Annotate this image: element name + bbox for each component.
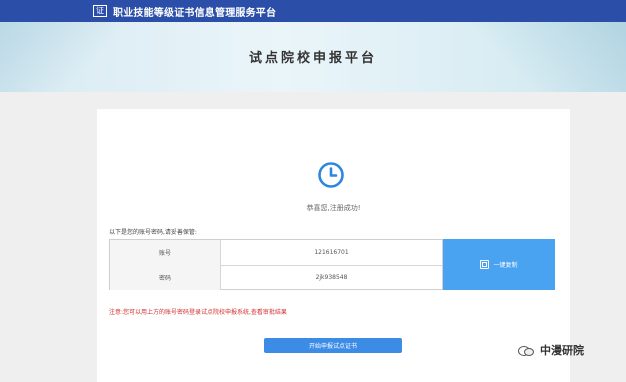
site-title: 职业技能等级证书信息管理服务平台 bbox=[113, 7, 277, 19]
password-label: 密码 bbox=[110, 265, 221, 290]
account-notice: 以下是您的账号密码,请妥善保管: bbox=[109, 229, 197, 236]
watermark-text: 中漫研院 bbox=[540, 344, 584, 357]
banner-title: 试点院校申报平台 bbox=[248, 51, 377, 66]
watermark: 中漫研院 bbox=[518, 342, 584, 358]
copy-icon bbox=[480, 260, 490, 269]
page-banner: 试点院校申报平台 bbox=[0, 22, 626, 92]
certificate-logo-icon: 证 bbox=[93, 5, 107, 17]
account-row: 账号 121616701 bbox=[110, 240, 442, 266]
top-header-bar: 证 职业技能等级证书信息管理服务平台 bbox=[0, 0, 626, 22]
password-row: 密码 2jk938548 bbox=[110, 265, 442, 290]
account-credentials-table: 账号 121616701 密码 2jk938548 bbox=[109, 239, 443, 290]
warning-text: 注意:您可以用上方的账号密码登录试点院校申报系统,查看审批结果 bbox=[109, 309, 287, 316]
registration-success-card: 恭喜您,注册成功! 以下是您的账号密码,请妥善保管: 账号 121616701 … bbox=[97, 109, 570, 382]
copy-credentials-button[interactable]: 一键复制 bbox=[443, 239, 555, 290]
copy-button-label: 一键复制 bbox=[493, 262, 518, 269]
clock-icon bbox=[318, 162, 344, 188]
start-application-button[interactable]: 开始申报试点证书 bbox=[264, 338, 402, 353]
password-value: 2jk938548 bbox=[315, 274, 348, 281]
account-value: 121616701 bbox=[314, 249, 349, 256]
account-label: 账号 bbox=[110, 240, 221, 265]
success-message: 恭喜您,注册成功! bbox=[306, 204, 361, 212]
wechat-icon bbox=[518, 344, 534, 356]
logo-glyph: 证 bbox=[96, 6, 104, 15]
